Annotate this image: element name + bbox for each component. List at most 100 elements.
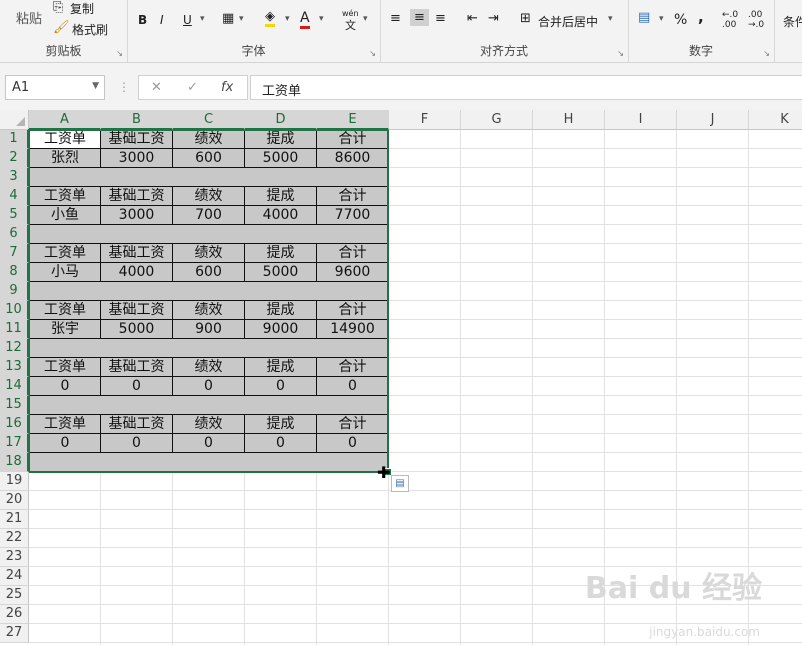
column-header-d[interactable]: D: [245, 110, 317, 130]
row-header-12[interactable]: 12: [0, 339, 29, 358]
column-header-i[interactable]: I: [605, 110, 677, 130]
name-box[interactable]: A1 ▼: [5, 75, 105, 100]
copy-icon[interactable]: ⎘: [53, 0, 63, 15]
name-box-value: A1: [12, 80, 30, 95]
formula-bar: A1 ▼ ⋮ ✕ ✓ fx 工资单: [0, 63, 802, 110]
align-left-icon[interactable]: ≡: [390, 11, 401, 26]
row-header-10[interactable]: 10: [0, 301, 29, 320]
gridline-horizontal: [29, 547, 802, 548]
row-header-24[interactable]: 24: [0, 567, 29, 586]
format-painter-icon[interactable]: 🖌: [53, 20, 70, 35]
row-header-23[interactable]: 23: [0, 548, 29, 567]
comma-button[interactable]: ,: [698, 8, 704, 26]
accounting-format-icon[interactable]: ▤: [638, 10, 650, 25]
column-header-a[interactable]: A: [29, 110, 101, 130]
row-header-17[interactable]: 17: [0, 434, 29, 453]
column-header-f[interactable]: F: [389, 110, 461, 130]
fill-color-icon[interactable]: ◈: [265, 9, 275, 27]
gridline-horizontal: [29, 509, 802, 510]
increase-indent-icon[interactable]: ⇥: [488, 11, 499, 26]
column-header-h[interactable]: H: [533, 110, 605, 130]
clipboard-group: 粘贴 ⎘ 复制 🖌 格式刷 剪贴板 ↘: [0, 0, 128, 62]
phonetic-guide-button[interactable]: 文: [345, 17, 356, 33]
format-painter-button[interactable]: 格式刷: [72, 21, 108, 38]
row-header-2[interactable]: 2: [0, 149, 29, 168]
underline-button[interactable]: U: [183, 13, 192, 27]
row-header-22[interactable]: 22: [0, 529, 29, 548]
font-launcher-icon[interactable]: ↘: [369, 49, 376, 58]
increase-decimal-icon[interactable]: ←.0.00: [722, 10, 738, 30]
font-color-dropdown-icon[interactable]: ▾: [319, 14, 324, 24]
row-header-18[interactable]: 18: [0, 453, 29, 472]
decrease-decimal-icon[interactable]: .00 →.0: [748, 10, 764, 30]
alignment-group: ≡ ≡ ≡ ⇤ ⇥ ⊞ 合并后居中 ▾ 对齐方式 ↘: [380, 0, 629, 62]
formula-bar-grip-icon[interactable]: ⋮: [118, 80, 130, 94]
row-header-8[interactable]: 8: [0, 263, 29, 282]
row-header-13[interactable]: 13: [0, 358, 29, 377]
gridline-vertical: [532, 130, 533, 645]
row-header-6[interactable]: 6: [0, 225, 29, 244]
select-all-button[interactable]: [0, 110, 29, 130]
row-header-14[interactable]: 14: [0, 377, 29, 396]
row-header-4[interactable]: 4: [0, 187, 29, 206]
row-header-3[interactable]: 3: [0, 168, 29, 187]
gridline-vertical: [460, 130, 461, 645]
number-launcher-icon[interactable]: ↘: [763, 49, 770, 58]
column-header-b[interactable]: B: [101, 110, 173, 130]
row-header-15[interactable]: 15: [0, 396, 29, 415]
merge-dropdown-icon[interactable]: ▾: [608, 14, 613, 24]
align-center-icon[interactable]: ≡: [410, 9, 429, 26]
clipboard-group-label: 剪贴板: [45, 44, 82, 58]
watermark-logo: Bai du 经验: [584, 571, 762, 606]
border-dropdown-icon[interactable]: ▾: [239, 14, 244, 24]
formula-input[interactable]: 工资单: [250, 75, 802, 100]
column-header-k[interactable]: K: [749, 110, 802, 130]
number-group-label: 数字: [688, 44, 713, 58]
font-group-label: 字体: [241, 44, 266, 58]
italic-button[interactable]: I: [160, 13, 164, 27]
align-right-icon[interactable]: ≡: [435, 11, 446, 26]
row-header-1[interactable]: 1: [0, 130, 29, 149]
crosshair-cursor-icon: ✚: [377, 463, 391, 482]
row-header-25[interactable]: 25: [0, 586, 29, 605]
column-header-c[interactable]: C: [173, 110, 245, 130]
paste-button[interactable]: 粘贴: [16, 8, 42, 27]
column-header-j[interactable]: J: [677, 110, 749, 130]
worksheet[interactable]: 工资单 基础工资 绩效 提成 合计 张烈 3000 600 5000 8600 工资单 基础工资 绩效提…: [0, 110, 802, 645]
merge-center-icon[interactable]: ⊞: [520, 11, 531, 26]
fill-color-dropdown-icon[interactable]: ▾: [285, 14, 290, 24]
copy-button[interactable]: 复制: [70, 0, 94, 17]
merge-center-button[interactable]: 合并后居中: [538, 13, 598, 30]
gridline-horizontal: [29, 623, 802, 624]
cancel-icon[interactable]: ✕: [151, 80, 162, 95]
quick-analysis-icon[interactable]: ▤: [391, 475, 409, 492]
font-color-button[interactable]: A: [300, 10, 310, 29]
row-header-16[interactable]: 16: [0, 415, 29, 434]
conditional-format-button[interactable]: 条件: [783, 13, 802, 30]
row-header-9[interactable]: 9: [0, 282, 29, 301]
accounting-dropdown-icon[interactable]: ▾: [659, 14, 664, 24]
row-header-19[interactable]: 19: [0, 472, 29, 491]
gridline-horizontal: [29, 490, 802, 491]
row-header-21[interactable]: 21: [0, 510, 29, 529]
alignment-launcher-icon[interactable]: ↘: [617, 49, 624, 58]
name-box-dropdown-icon[interactable]: ▼: [92, 81, 99, 91]
underline-dropdown-icon[interactable]: ▾: [200, 14, 205, 24]
row-header-26[interactable]: 26: [0, 605, 29, 624]
percent-button[interactable]: %: [674, 12, 687, 28]
column-header-g[interactable]: G: [461, 110, 533, 130]
row-header-20[interactable]: 20: [0, 491, 29, 510]
insert-function-icon[interactable]: fx: [221, 80, 233, 95]
number-group: ▤ ▾ % , ←.0.00 .00 →.0 数字 ↘: [628, 0, 775, 62]
confirm-icon[interactable]: ✓: [187, 80, 198, 95]
decrease-indent-icon[interactable]: ⇤: [467, 11, 478, 26]
row-header-7[interactable]: 7: [0, 244, 29, 263]
border-icon[interactable]: ▦: [222, 11, 234, 26]
bold-button[interactable]: B: [138, 13, 147, 27]
column-header-e[interactable]: E: [317, 110, 389, 130]
row-header-5[interactable]: 5: [0, 206, 29, 225]
row-header-27[interactable]: 27: [0, 624, 29, 643]
row-header-11[interactable]: 11: [0, 320, 29, 339]
clipboard-launcher-icon[interactable]: ↘: [116, 49, 123, 58]
phonetic-dropdown-icon[interactable]: ▾: [363, 14, 368, 24]
